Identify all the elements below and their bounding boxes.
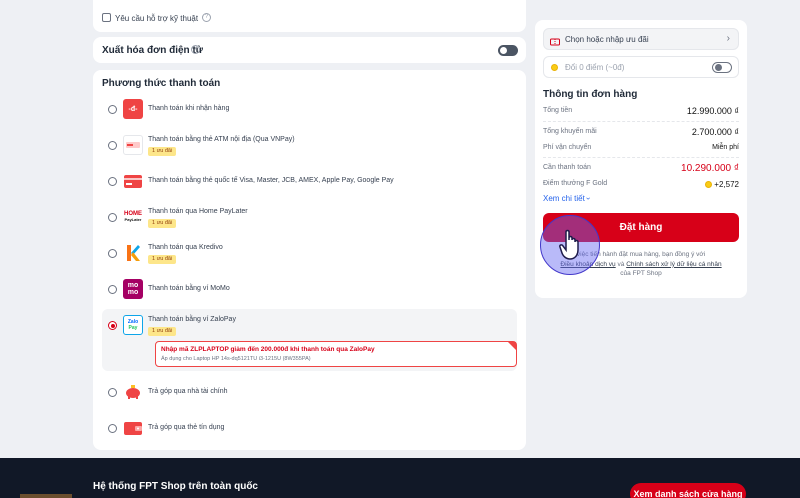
payment-title: Phương thức thanh toán — [102, 78, 221, 89]
payable-value: 10.290.000 ₫ — [681, 163, 739, 174]
coin-icon — [551, 64, 558, 71]
payment-method-label: Trả góp qua nhà tài chính — [148, 388, 228, 395]
radio-button[interactable] — [108, 177, 117, 186]
touch-cursor-indicator — [540, 215, 600, 275]
chevron-down-icon: › — [583, 197, 593, 200]
gold-points-label: Điểm thưởng F Gold — [543, 180, 608, 187]
piggy-bank-icon — [123, 382, 143, 402]
payment-methods-card: Phương thức thanh toán -đ- Thanh toán kh… — [93, 70, 526, 450]
payment-method-atm[interactable]: Thanh toán bằng thẻ ATM nội địa (Qua VNP… — [102, 129, 517, 161]
discount-row: Tổng khuyến mãi 2.700.000 ₫ — [543, 127, 739, 137]
momo-logo-text: mo — [127, 282, 139, 289]
footer: Hệ thống FPT Shop trên toàn quốc Xem dan… — [0, 458, 800, 498]
zalopay-icon: Zalo Pay — [123, 315, 143, 335]
wallet-icon — [123, 418, 143, 438]
terms-and: và — [617, 260, 625, 268]
shipping-row: Phí vận chuyển Miễn phí — [543, 144, 739, 151]
gold-points-row: Điểm thưởng F Gold +2,572 — [543, 180, 739, 189]
divider — [543, 121, 739, 122]
points-redeem-field: Đổi 0 điểm (~0đ) — [543, 56, 739, 78]
payment-method-kredivo[interactable]: Thanh toán qua Kredivo 1 ưu đãi — [102, 237, 517, 269]
payment-method-label: Thanh toán bằng thẻ quốc tế Visa, Master… — [148, 177, 394, 184]
gold-points-value: +2,572 — [714, 180, 739, 189]
tech-support-card: Yêu cầu hỗ trợ kỹ thuật ? — [93, 0, 526, 32]
momo-logo-text: mo — [127, 289, 139, 296]
divider — [543, 157, 739, 158]
terms-outro: của FPT Shop — [620, 270, 662, 277]
offer-badge: 1 ưu đãi — [148, 147, 177, 156]
offer-badge: 1 ưu đãi — [148, 219, 177, 228]
radio-button[interactable] — [108, 285, 117, 294]
promo-title: Nhập mã ZLPLAPTOP giảm đến 200.000đ khi … — [161, 346, 375, 353]
pay-logo-text: Pay — [128, 325, 138, 331]
view-details-label: Xem chi tiết — [543, 194, 585, 203]
discount-value: 2.700.000 ₫ — [691, 127, 739, 137]
radio-button-selected[interactable] — [108, 321, 117, 330]
offer-badge: 1 ưu đãi — [148, 255, 177, 264]
footer-title: Hệ thống FPT Shop trên toàn quốc — [93, 481, 258, 492]
offer-badge: 1 ưu đãi — [148, 327, 177, 336]
payment-method-home-paylater[interactable]: HOME PayLater Thanh toán qua Home PayLat… — [102, 201, 517, 233]
store-list-button[interactable]: Xem danh sách cửa hàng — [630, 483, 746, 498]
kredivo-icon — [123, 243, 143, 263]
chevron-right-icon: › — [726, 33, 730, 44]
radio-button[interactable] — [108, 105, 117, 114]
momo-icon: mo mo — [123, 279, 143, 299]
coin-icon — [705, 181, 713, 189]
payment-method-momo[interactable]: mo mo Thanh toán bằng ví MoMo — [102, 273, 517, 305]
shipping-value: Miễn phí — [712, 144, 739, 151]
voucher-label: Chọn hoặc nhập ưu đãi — [565, 35, 649, 44]
total-row: Tổng tiền 12.990.000 ₫ — [543, 106, 739, 116]
total-label: Tổng tiền — [543, 107, 573, 114]
invoice-card: Xuất hóa đơn điện tử ? — [93, 37, 526, 63]
credit-card-icon — [123, 171, 143, 191]
voucher-icon — [550, 34, 560, 46]
cod-icon: -đ- — [123, 99, 143, 119]
payment-method-label: Trả góp qua thẻ tín dụng — [148, 424, 225, 431]
order-info-title: Thông tin đơn hàng — [543, 89, 638, 100]
payment-method-intl-card[interactable]: Thanh toán bằng thẻ quốc tế Visa, Master… — [102, 165, 517, 197]
payment-method-label: Thanh toán bằng ví ZaloPay — [148, 316, 236, 323]
payment-method-label: Thanh toán qua Home PayLater — [148, 208, 248, 215]
help-icon[interactable]: ? — [191, 45, 200, 54]
invoice-toggle[interactable] — [498, 45, 518, 56]
promo-desc: Áp dụng cho Laptop HP 14s-dq5121TU i3-12… — [161, 356, 311, 362]
payment-method-cod[interactable]: -đ- Thanh toán khi nhận hàng — [102, 93, 517, 125]
points-label: Đổi 0 điểm — [565, 63, 604, 72]
payment-method-zalopay[interactable]: Zalo Pay Thanh toán bằng ví ZaloPay 1 ưu… — [102, 309, 517, 371]
shipping-label: Phí vận chuyển — [543, 144, 592, 151]
paylater-logo-text: PayLater — [124, 217, 142, 222]
radio-button[interactable] — [108, 249, 117, 258]
radio-button[interactable] — [108, 424, 117, 433]
points-value: (~0đ) — [605, 63, 625, 72]
hand-pointer-icon — [559, 229, 579, 260]
payment-method-label: Thanh toán bằng ví MoMo — [148, 285, 230, 292]
vnpay-icon — [123, 135, 143, 155]
discount-label: Tổng khuyến mãi — [543, 128, 597, 135]
voucher-selector[interactable]: Chọn hoặc nhập ưu đãi › — [543, 28, 739, 50]
points-toggle[interactable] — [712, 62, 732, 73]
invoice-label: Xuất hóa đơn điện tử — [102, 45, 204, 56]
tech-support-checkbox[interactable] — [102, 13, 111, 22]
privacy-policy-link[interactable]: Chính sách xử lý dữ liệu cá nhân — [626, 261, 721, 268]
help-icon[interactable]: ? — [202, 13, 211, 22]
home-paylater-icon: HOME PayLater — [123, 207, 143, 227]
payment-method-finance-installment[interactable]: Trả góp qua nhà tài chính — [102, 376, 517, 408]
payment-method-label: Thanh toán qua Kredivo — [148, 244, 223, 251]
zalopay-promo-box: Nhập mã ZLPLAPTOP giảm đến 200.000đ khi … — [155, 341, 517, 367]
points-text: Đổi 0 điểm (~0đ) — [565, 63, 624, 72]
footer-image-strip — [20, 494, 72, 498]
payable-row: Cần thanh toán 10.290.000 ₫ — [543, 163, 739, 174]
tech-support-label: Yêu cầu hỗ trợ kỹ thuật — [115, 14, 199, 23]
payment-method-label: Thanh toán bằng thẻ ATM nội địa (Qua VNP… — [148, 136, 295, 143]
radio-button[interactable] — [108, 213, 117, 222]
payment-method-label: Thanh toán khi nhận hàng — [148, 105, 230, 112]
view-details-link[interactable]: Xem chi tiết › — [543, 194, 593, 203]
payment-method-credit-installment[interactable]: Trả góp qua thẻ tín dụng — [102, 412, 517, 444]
total-value: 12.990.000 ₫ — [686, 106, 739, 116]
radio-button[interactable] — [108, 141, 117, 150]
radio-button[interactable] — [108, 388, 117, 397]
payable-label: Cần thanh toán — [543, 164, 591, 171]
